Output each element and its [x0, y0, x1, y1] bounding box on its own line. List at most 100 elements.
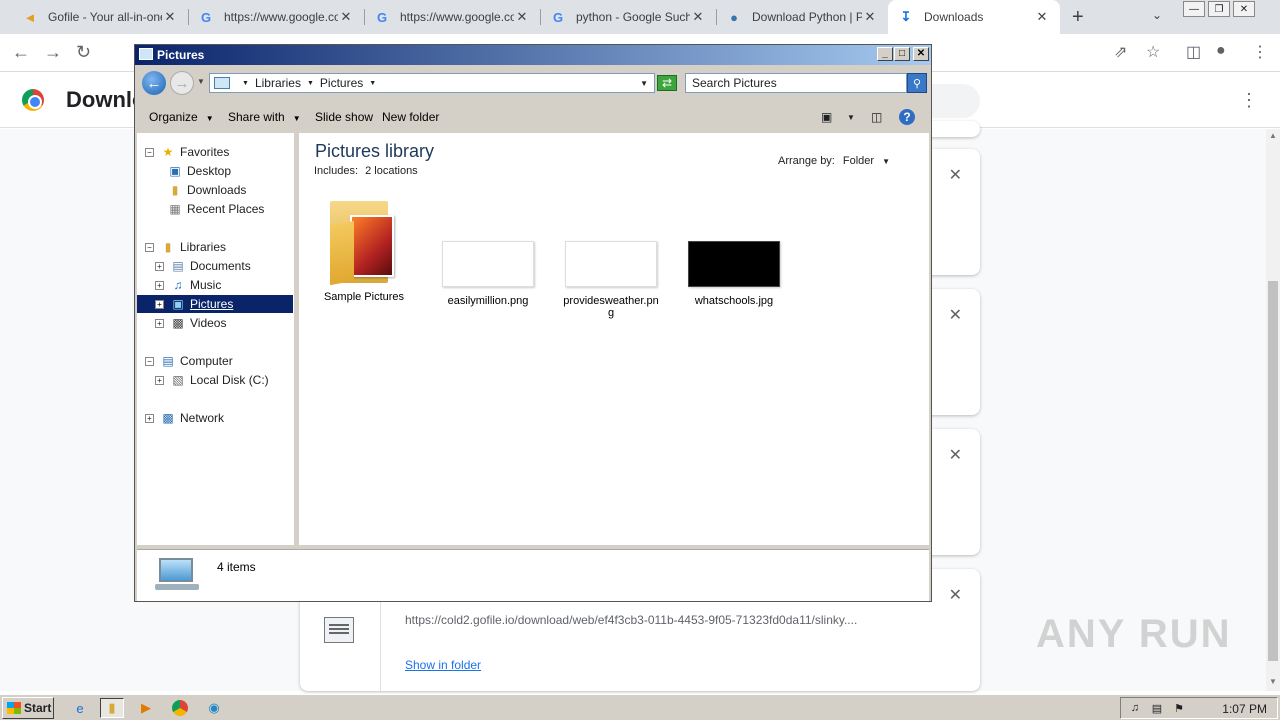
forward-icon[interactable]: → [44, 42, 62, 63]
new-folder-button[interactable]: New folder [382, 110, 439, 124]
chrome-taskbar-icon[interactable] [168, 698, 192, 718]
show-in-folder-link[interactable]: Show in folder [405, 658, 481, 672]
profile-icon[interactable]: ● [1216, 42, 1226, 60]
network-tray-icon[interactable]: ▤ [1149, 702, 1165, 715]
action-center-flag-icon[interactable]: ⚑ [1171, 702, 1187, 715]
share-with-button[interactable]: Share with ▼ [228, 110, 301, 124]
collapse-icon[interactable]: − [145, 147, 154, 157]
collapse-icon[interactable]: − [145, 242, 154, 252]
nav-documents[interactable]: + ▤ Documents [155, 257, 251, 275]
tab-title: https://www.google.co [224, 10, 338, 24]
volume-icon[interactable]: ♫ [1127, 702, 1143, 714]
expand-icon[interactable]: + [155, 299, 164, 309]
organize-button[interactable]: Organize ▼ [149, 110, 214, 124]
start-button[interactable]: Start [2, 697, 54, 719]
help-icon[interactable]: ? [899, 109, 915, 125]
nav-recent-places[interactable]: ▦ Recent Places [167, 200, 264, 218]
tab-google-1[interactable]: G https://www.google.co ✕ [188, 0, 364, 34]
address-bar[interactable]: ▼ Libraries ▼ Pictures ▼ ▼ [209, 73, 655, 93]
new-tab-button[interactable]: + [1072, 6, 1084, 29]
expand-icon[interactable]: + [155, 280, 164, 290]
nav-favorites[interactable]: − ★ Favorites [145, 143, 229, 161]
breadcrumb-pictures[interactable]: Pictures [320, 76, 363, 90]
tab-python-search[interactable]: G python - Google Suche ✕ [540, 0, 716, 34]
remove-icon[interactable]: ✕ [949, 305, 962, 325]
side-panel-icon[interactable]: ◫ [1186, 42, 1201, 62]
remove-icon[interactable]: ✕ [949, 585, 962, 605]
page-scrollbar[interactable]: ▲ ▼ [1266, 129, 1280, 691]
scroll-down-icon[interactable]: ▼ [1269, 677, 1277, 686]
search-input[interactable]: Search Pictures [685, 73, 907, 93]
breadcrumb-libraries[interactable]: Libraries [255, 76, 301, 90]
back-icon[interactable]: ← [12, 42, 30, 63]
search-icon[interactable]: ⚲ [907, 73, 927, 93]
file-item-providesweather[interactable]: providesweather.png [556, 241, 666, 319]
minimize-icon[interactable]: — [1183, 1, 1205, 17]
close-icon[interactable]: ✕ [690, 9, 706, 25]
share-icon[interactable]: ⇗ [1114, 42, 1127, 62]
forward-icon[interactable]: → [170, 71, 194, 95]
nav-local-disk[interactable]: + ▧ Local Disk (C:) [155, 371, 269, 389]
refresh-icon[interactable]: ⇄ [657, 75, 677, 91]
nav-libraries[interactable]: − ▮ Libraries [145, 238, 226, 256]
file-item-whatschools[interactable]: whatschools.jpg [679, 241, 789, 307]
back-icon[interactable]: ← [142, 71, 166, 95]
address-dropdown-icon[interactable]: ▼ [640, 79, 648, 88]
file-item-sample-pictures[interactable]: Sample Pictures [309, 193, 419, 303]
close-icon[interactable]: ✕ [514, 9, 530, 25]
nav-pictures[interactable]: + ▣ Pictures [137, 295, 293, 313]
includes-locations-link[interactable]: 2 locations [365, 165, 418, 177]
chevron-down-icon[interactable]: ▼ [242, 80, 249, 87]
tab-gofile[interactable]: ◄ Gofile - Your all-in-one ✕ [12, 0, 188, 34]
expand-icon[interactable]: + [145, 413, 154, 423]
close-icon[interactable]: ✕ [338, 9, 354, 25]
documents-icon: ▤ [172, 259, 184, 273]
nav-music[interactable]: + ♫ Music [155, 276, 221, 294]
nav-desktop[interactable]: ▣ Desktop [167, 162, 231, 180]
close-window-icon[interactable]: ✕ [1233, 1, 1255, 17]
nav-label: Favorites [180, 145, 230, 159]
tab-search-icon[interactable]: ⌄ [1152, 8, 1162, 22]
expand-icon[interactable]: + [155, 375, 164, 385]
menu-icon[interactable]: ⋮ [1252, 42, 1268, 62]
close-icon[interactable]: ✕ [913, 47, 929, 61]
close-icon[interactable]: ✕ [862, 9, 878, 25]
reload-icon[interactable]: ↻ [76, 42, 91, 63]
tab-google-2[interactable]: G https://www.google.co ✕ [364, 0, 540, 34]
tab-downloads[interactable]: ↧ Downloads ✕ [888, 0, 1060, 34]
internet-explorer-icon[interactable]: e [68, 698, 92, 718]
recent-pages-icon[interactable]: ▼ [197, 77, 205, 86]
chevron-down-icon[interactable]: ▼ [369, 80, 376, 87]
minimize-icon[interactable]: _ [877, 47, 893, 61]
chevron-down-icon[interactable]: ▼ [307, 80, 314, 87]
more-options-icon[interactable]: ⋮ [1240, 90, 1258, 111]
clock[interactable]: 1:07 PM [1222, 702, 1267, 716]
scroll-up-icon[interactable]: ▲ [1269, 131, 1277, 140]
explorer-titlebar[interactable]: Pictures _ □ ✕ [135, 45, 931, 65]
file-item-easilymillion[interactable]: easilymillion.png [433, 241, 543, 307]
remove-icon[interactable]: ✕ [949, 445, 962, 465]
close-icon[interactable]: ✕ [162, 9, 178, 25]
tab-download-python[interactable]: ● Download Python | PyP ✕ [716, 0, 888, 34]
remove-icon[interactable]: ✕ [949, 165, 962, 185]
collapse-icon[interactable]: − [145, 356, 154, 366]
expand-icon[interactable]: + [155, 318, 164, 328]
arrange-by[interactable]: Arrange by: Folder ▼ [778, 155, 890, 167]
nav-downloads[interactable]: ▮ Downloads [167, 181, 247, 199]
edge-icon[interactable]: ◉ [202, 698, 226, 718]
restore-icon[interactable]: ❐ [1208, 1, 1230, 17]
preview-pane-icon[interactable]: ◫ [871, 110, 882, 124]
scroll-thumb[interactable] [1268, 281, 1278, 661]
slide-show-button[interactable]: Slide show [315, 110, 373, 124]
nav-videos[interactable]: + ▩ Videos [155, 314, 226, 332]
nav-network[interactable]: + ▩ Network [145, 409, 224, 427]
more-views-icon[interactable]: ▼ [847, 113, 855, 122]
close-icon[interactable]: ✕ [1034, 9, 1050, 25]
media-player-icon[interactable]: ▶ [134, 698, 158, 718]
change-view-icon[interactable]: ▣ [821, 110, 832, 124]
bookmark-star-icon[interactable]: ☆ [1146, 42, 1160, 62]
maximize-icon[interactable]: □ [894, 47, 910, 61]
nav-computer[interactable]: − ▤ Computer [145, 352, 233, 370]
expand-icon[interactable]: + [155, 261, 164, 271]
explorer-taskbar-icon[interactable]: ▮ [100, 698, 124, 718]
